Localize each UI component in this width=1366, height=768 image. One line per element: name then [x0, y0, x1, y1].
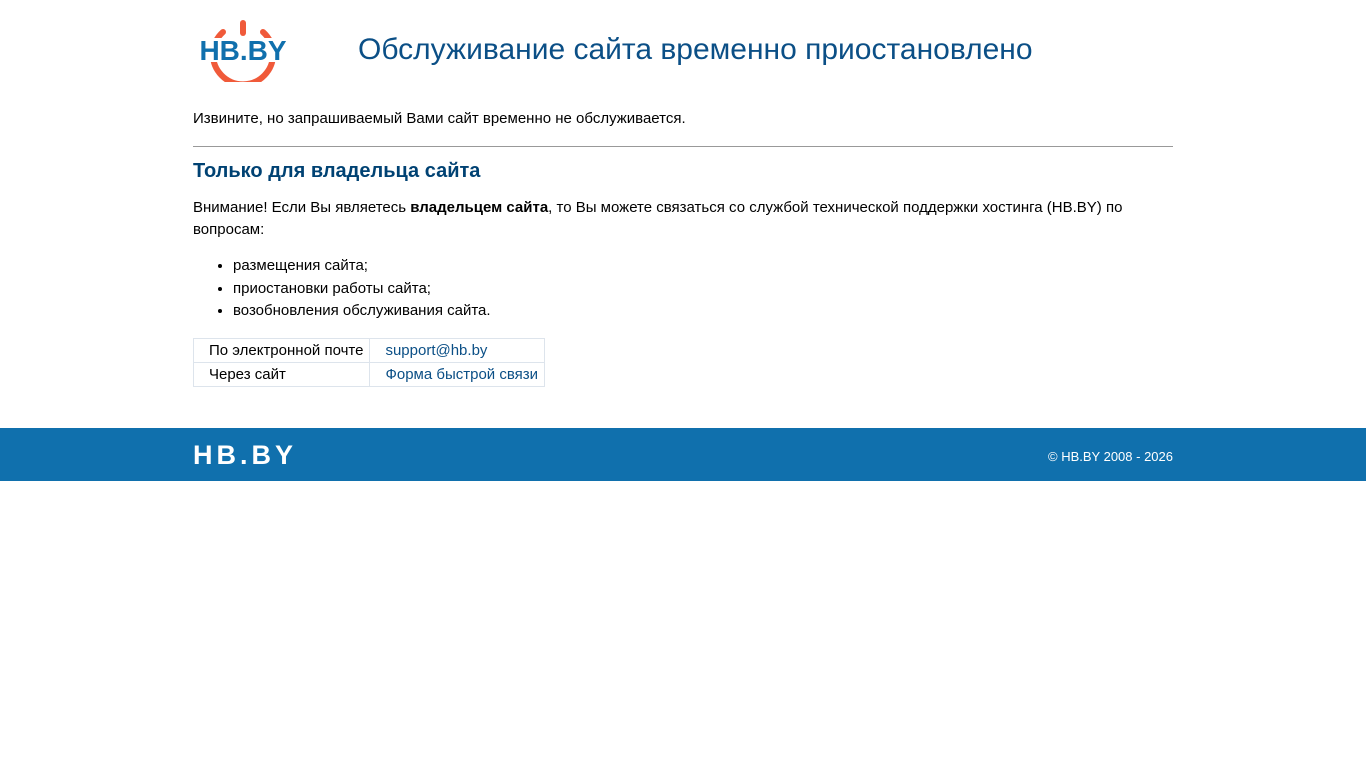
svg-text:HB.BY: HB.BY: [193, 443, 293, 467]
notice-bold: владельцем сайта: [410, 199, 549, 216]
topics-list: размещения сайта; приостановки работы са…: [193, 255, 1173, 323]
contact-label: По электронной почте: [192, 337, 371, 363]
notice-text: Внимание! Если Вы являетесь владельцем с…: [193, 197, 1173, 241]
contacts-table: По электронной почте support@hb.by Через …: [192, 337, 546, 387]
list-item: приостановки работы сайта;: [233, 278, 1173, 301]
footer-logo[interactable]: HB.BY: [193, 443, 293, 467]
svg-text:HB.BY: HB.BY: [199, 35, 286, 66]
table-row: Через сайт Форма быстрой связи: [192, 361, 546, 387]
header: HB.BY Обслуживание сайта временно приост…: [193, 0, 1173, 100]
email-link[interactable]: support@hb.by: [385, 342, 487, 359]
feedback-form-link[interactable]: Форма быстрой связи: [385, 366, 538, 383]
notice-before: Внимание! Если Вы являетесь: [193, 199, 411, 216]
hb-by-logo[interactable]: HB.BY: [193, 18, 293, 82]
contact-label: Через сайт: [192, 361, 371, 387]
intro-text: Извините, но запрашиваемый Вами сайт вре…: [193, 110, 686, 127]
copyright: © HB.BY 2008 - 2026: [1048, 448, 1173, 464]
divider: [193, 146, 1173, 147]
footer: HB.BY © HB.BY 2008 - 2026: [0, 427, 1366, 481]
page-title: Обслуживание сайта временно приостановле…: [358, 33, 1033, 66]
list-item: размещения сайта;: [233, 255, 1173, 278]
table-row: По электронной почте support@hb.by: [192, 337, 546, 363]
owner-heading: Только для владельца сайта: [193, 160, 481, 182]
list-item: возобновления обслуживания сайта.: [233, 300, 1173, 323]
